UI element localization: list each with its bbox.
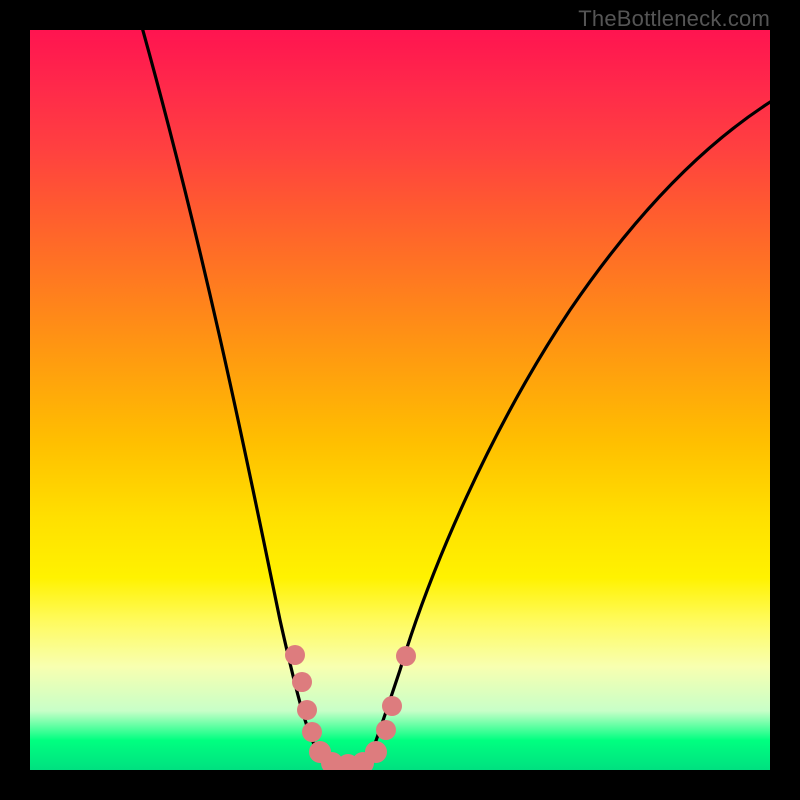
data-dot	[292, 672, 312, 692]
data-dot	[376, 720, 396, 740]
chart-frame: TheBottleneck.com	[0, 0, 800, 800]
data-dot	[365, 741, 387, 763]
watermark-text: TheBottleneck.com	[578, 6, 770, 32]
data-dot	[382, 696, 402, 716]
data-dot	[396, 646, 416, 666]
data-dot	[302, 722, 322, 742]
data-dot	[285, 645, 305, 665]
curves-layer	[30, 30, 770, 770]
dots-group	[285, 645, 416, 770]
plot-area	[30, 30, 770, 770]
right-ascending-curve	[365, 90, 770, 770]
data-dot	[297, 700, 317, 720]
